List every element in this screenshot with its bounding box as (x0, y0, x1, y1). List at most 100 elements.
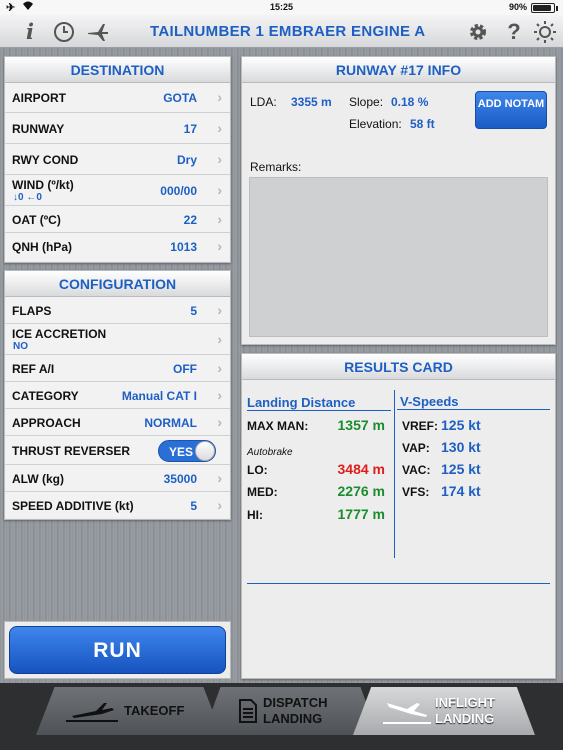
chevron-right-icon: › (217, 331, 222, 347)
results-card-panel: RESULTS CARD Landing Distance V-Speeds M… (241, 353, 556, 679)
row-label: OAT (ºC) (12, 213, 61, 227)
vfs-label: VFS: (402, 485, 430, 499)
thrust-reverser-toggle[interactable]: YES (158, 440, 216, 462)
aircraft-icon[interactable] (86, 20, 110, 44)
row-label: ICE ACCRETION (12, 327, 107, 341)
approach-row[interactable]: APPROACH NORMAL › (5, 409, 230, 436)
med-label: MED: (247, 485, 278, 499)
oat-row[interactable]: OAT (ºC) 22 › (5, 206, 230, 233)
row-value: 5 (190, 304, 197, 318)
landing-icon (383, 703, 431, 724)
ref-ai-row[interactable]: REF A/I OFF › (5, 355, 230, 382)
run-button[interactable]: RUN (9, 626, 226, 674)
thrust-reverser-row: THRUST REVERSER YES (5, 436, 230, 465)
elevation-value: 58 ft (410, 117, 435, 131)
runway-info-panel: RUNWAY #17 INFO LDA: 3355 m Slope: 0.18 … (241, 56, 556, 345)
row-value: Dry (176, 153, 197, 167)
autobrake-label: Autobrake (247, 447, 293, 458)
max-man-label: MAX MAN: (247, 419, 309, 433)
row-value: 000/00 (160, 184, 197, 198)
slope-value: 0.18 % (391, 95, 429, 109)
tab-label-line1: INFLIGHT (435, 695, 495, 710)
brightness-icon[interactable] (533, 20, 557, 44)
vfs-value: 174 kt (441, 483, 481, 499)
rwy-cond-row[interactable]: RWY COND Dry › (5, 144, 230, 175)
chevron-right-icon: › (217, 89, 222, 105)
landing-distance-header: Landing Distance (247, 395, 356, 410)
elevation-label: Elevation: (349, 117, 402, 131)
tab-dispatch-landing[interactable]: DISPATCH LANDING (203, 687, 378, 735)
divider (247, 410, 391, 411)
vspeeds-header: V-Speeds (400, 394, 459, 409)
header-title: TAILNUMBER 1 EMBRAER ENGINE A (150, 23, 426, 40)
row-value: 1013 (170, 240, 197, 254)
lo-value: 3484 m (337, 461, 385, 477)
alw-row[interactable]: ALW (kg) 35000 › (5, 465, 230, 492)
toggle-label: YES (169, 445, 194, 459)
category-row[interactable]: CATEGORY Manual CAT I › (5, 382, 230, 409)
chevron-right-icon: › (217, 120, 222, 136)
row-label: RWY COND (12, 153, 79, 167)
divider (397, 409, 550, 410)
destination-header: DESTINATION (5, 57, 230, 83)
row-value: 17 (183, 122, 197, 136)
wind-row[interactable]: WIND (º/kt) ↓0 ←0 000/00 › (5, 175, 230, 206)
speed-additive-row[interactable]: SPEED ADDITIVE (kt) 5 › (5, 492, 230, 518)
ice-accretion-value: NO (13, 341, 28, 352)
max-man-value: 1357 m (337, 417, 385, 433)
chevron-right-icon: › (217, 387, 222, 403)
chevron-right-icon: › (217, 211, 222, 227)
row-label: THRUST REVERSER (12, 444, 131, 458)
row-value: 22 (183, 213, 197, 227)
chevron-right-icon: › (217, 238, 222, 254)
vac-label: VAC: (402, 463, 431, 477)
status-time: 15:25 (269, 2, 294, 12)
runway-info-header: RUNWAY #17 INFO (242, 57, 555, 83)
configuration-header: CONFIGURATION (5, 271, 230, 297)
tab-label-line2: LANDING (263, 711, 323, 726)
airport-row[interactable]: AIRPORT GOTA › (5, 83, 230, 113)
lo-label: LO: (247, 463, 268, 477)
row-label: AIRPORT (12, 91, 66, 105)
row-label: ALW (kg) (12, 472, 64, 486)
column-divider (394, 390, 395, 558)
info-icon[interactable]: i (18, 20, 42, 44)
tab-label-line2: LANDING (435, 711, 495, 726)
row-label: SPEED ADDITIVE (kt) (12, 499, 134, 513)
configuration-panel: CONFIGURATION FLAPS 5 › ICE ACCRETION NO… (4, 270, 231, 520)
clock-icon[interactable] (52, 20, 76, 44)
qnh-row[interactable]: QNH (hPa) 1013 › (5, 233, 230, 261)
document-icon (239, 699, 257, 723)
row-value: NORMAL (144, 416, 197, 430)
row-label: WIND (º/kt) (12, 178, 74, 192)
row-label: FLAPS (12, 304, 52, 318)
toggle-knob (195, 441, 215, 461)
row-label: QNH (hPa) (12, 240, 72, 254)
gear-icon[interactable] (466, 20, 490, 44)
help-icon[interactable]: ? (502, 20, 526, 44)
lda-label: LDA: (250, 95, 277, 109)
battery-percent: 90% (508, 2, 527, 12)
vref-label: VREF: (402, 419, 438, 433)
flaps-row[interactable]: FLAPS 5 › (5, 297, 230, 324)
chevron-right-icon: › (217, 151, 222, 167)
chevron-right-icon: › (217, 182, 222, 198)
wind-components: ↓0 ←0 (13, 192, 42, 203)
remarks-textarea[interactable] (249, 177, 548, 337)
vref-value: 125 kt (441, 417, 481, 433)
runway-row[interactable]: RUNWAY 17 › (5, 113, 230, 144)
vap-label: VAP: (402, 441, 430, 455)
add-notam-button[interactable]: ADD NOTAM (475, 91, 547, 129)
status-bar: ✈ 15:25 90% (0, 0, 563, 15)
tab-label: TAKEOFF (124, 703, 185, 718)
row-value: 35000 (163, 472, 197, 486)
ice-accretion-row[interactable]: ICE ACCRETION NO › (5, 324, 230, 355)
row-label: REF A/I (12, 362, 55, 376)
takeoff-icon (66, 703, 118, 722)
tab-inflight-landing[interactable]: INFLIGHT LANDING (353, 687, 535, 735)
med-value: 2276 m (337, 483, 385, 499)
battery-icon (531, 3, 558, 13)
tab-takeoff[interactable]: TAKEOFF (36, 687, 222, 735)
slope-label: Slope: (349, 95, 384, 109)
row-label: APPROACH (12, 416, 81, 430)
